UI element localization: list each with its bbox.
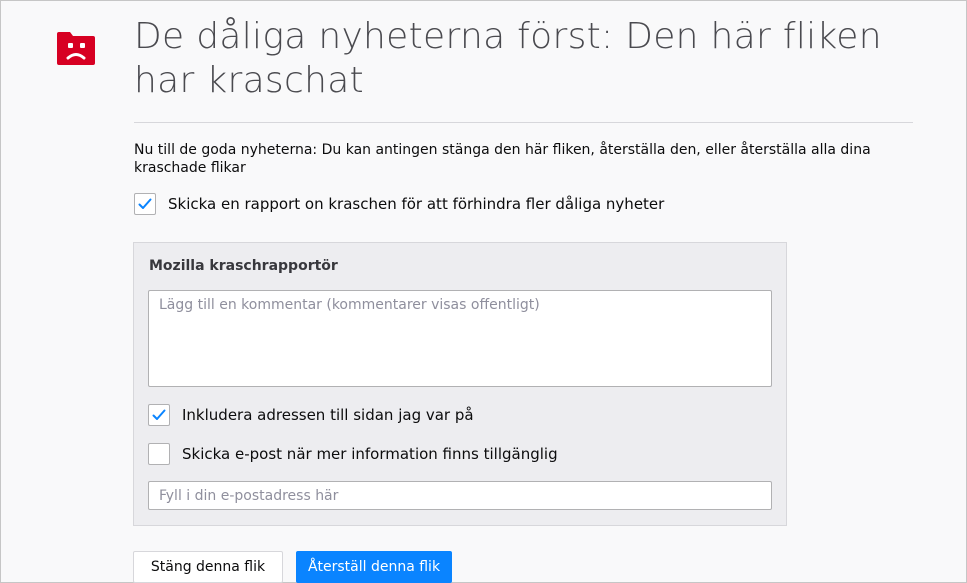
email-me-label: Skicka e-post när mer information finns … [182, 445, 558, 463]
page-title: De dåliga nyheterna först: Den här flike… [134, 16, 882, 101]
email-me-checkbox[interactable] [148, 443, 170, 465]
send-report-option[interactable]: Skicka en rapport on kraschen för att fö… [134, 193, 664, 215]
checkmark-icon [152, 409, 166, 420]
include-url-label: Inkludera adressen till sidan jag var på [182, 406, 474, 424]
restore-tab-button[interactable]: Återställ denna flik [296, 551, 452, 583]
reporter-title: Mozilla kraschrapportör [149, 258, 338, 274]
send-report-checkbox[interactable] [134, 193, 156, 215]
title-divider [134, 122, 913, 123]
email-me-option[interactable]: Skicka e-post när mer information finns … [148, 443, 558, 465]
comment-input[interactable] [148, 290, 772, 387]
send-report-label: Skicka en rapport on kraschen för att fö… [168, 195, 665, 213]
include-url-checkbox[interactable] [148, 404, 170, 426]
sad-tab-icon [57, 32, 95, 65]
close-tab-button[interactable]: Stäng denna flik [133, 551, 283, 583]
page-description: Nu till de goda nyheterna: Du kan anting… [134, 142, 871, 176]
checkmark-icon [138, 198, 152, 209]
include-url-option[interactable]: Inkludera adressen till sidan jag var på [148, 404, 474, 426]
crash-page: De dåliga nyheterna först: Den här flike… [0, 0, 967, 583]
crash-reporter-panel: Mozilla kraschrapportör Inkludera adress… [133, 242, 787, 526]
email-input[interactable] [148, 481, 772, 510]
